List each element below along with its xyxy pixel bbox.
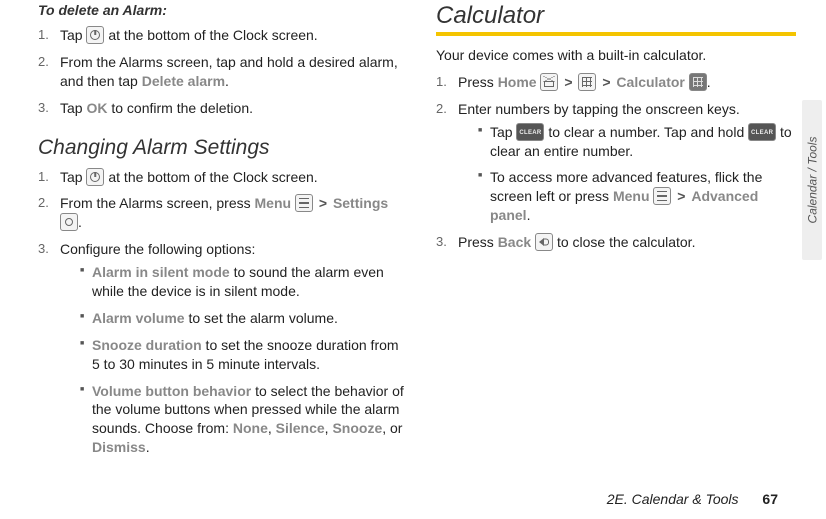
step-text: From the Alarms screen, press bbox=[60, 195, 255, 211]
step-text: . bbox=[707, 74, 711, 90]
apps-grid-icon bbox=[578, 73, 596, 91]
menu-icon bbox=[295, 194, 313, 212]
changing-alarm-heading: Changing Alarm Settings bbox=[38, 136, 408, 160]
changing-alarm-steps: 1. Tap at the bottom of the Clock screen… bbox=[38, 168, 408, 458]
step-text: at the bottom of the Clock screen. bbox=[108, 169, 317, 185]
chevron-right-icon: > bbox=[317, 195, 329, 211]
term-back: Back bbox=[498, 234, 531, 250]
side-tab-label: Calendar / Tools bbox=[805, 137, 819, 224]
clear-icon bbox=[516, 123, 544, 141]
menu-icon bbox=[653, 187, 671, 205]
term-home: Home bbox=[498, 74, 537, 90]
list-item: Alarm volume to set the alarm volume. bbox=[60, 309, 408, 328]
list-item: Tap to clear a number. Tap and hold to c… bbox=[458, 123, 796, 161]
page-footer: 2E. Calendar & Tools 67 bbox=[607, 491, 778, 507]
list-item: 2. Enter numbers by tapping the onscreen… bbox=[436, 100, 796, 225]
term-alarm-volume: Alarm volume bbox=[92, 310, 185, 326]
step-number: 3. bbox=[38, 99, 49, 117]
step-text: Press bbox=[458, 74, 498, 90]
term-snooze: Snooze bbox=[332, 420, 382, 436]
step-text: Configure the following options: bbox=[60, 241, 255, 257]
bullet-text: . bbox=[527, 207, 531, 223]
bullet-text: to clear a number. Tap and hold bbox=[548, 124, 748, 140]
calculator-intro: Your device comes with a built-in calcul… bbox=[436, 46, 796, 65]
step-text: to close the calculator. bbox=[557, 234, 696, 250]
term-none: None bbox=[233, 420, 268, 436]
term-menu: Menu bbox=[613, 188, 650, 204]
alarm-icon bbox=[86, 26, 104, 44]
list-item: 3. Press Back to close the calculator. bbox=[436, 233, 796, 252]
step-number: 2. bbox=[38, 53, 49, 71]
page: Calendar / Tools To delete an Alarm: 1. … bbox=[0, 0, 826, 519]
calculator-heading: Calculator bbox=[436, 2, 796, 30]
term-calculator: Calculator bbox=[616, 74, 684, 90]
content-columns: To delete an Alarm: 1. Tap at the bottom… bbox=[38, 0, 798, 465]
term-settings: Settings bbox=[333, 195, 388, 211]
calculator-steps: 1. Press Home > > Calculator . 2. Enter … bbox=[436, 73, 796, 252]
chevron-right-icon: > bbox=[562, 74, 574, 90]
list-item: 2. From the Alarms screen, tap and hold … bbox=[38, 53, 408, 91]
home-icon bbox=[540, 73, 558, 91]
step-text: Tap bbox=[60, 169, 86, 185]
step-number: 1. bbox=[38, 168, 49, 186]
heading-rule bbox=[436, 32, 796, 36]
option-text: to set the alarm volume. bbox=[185, 310, 338, 326]
right-column: Calculator Your device comes with a buil… bbox=[436, 2, 796, 465]
list-item: 2. From the Alarms screen, press Menu > … bbox=[38, 194, 408, 232]
term-delete-alarm: Delete alarm bbox=[142, 73, 225, 89]
delete-alarm-heading: To delete an Alarm: bbox=[38, 2, 408, 18]
step-text: Tap bbox=[60, 100, 86, 116]
step-text: to confirm the deletion. bbox=[107, 100, 253, 116]
list-item: 3. Configure the following options: Alar… bbox=[38, 240, 408, 457]
step-text: Enter numbers by tapping the onscreen ke… bbox=[458, 101, 740, 117]
term-menu: Menu bbox=[255, 195, 292, 211]
step-text: . bbox=[225, 73, 229, 89]
term-volume-button-behavior: Volume button behavior bbox=[92, 383, 251, 399]
list-item: Snooze duration to set the snooze durati… bbox=[60, 336, 408, 374]
list-item: Volume button behavior to select the beh… bbox=[60, 382, 408, 458]
alarm-options-list: Alarm in silent mode to sound the alarm … bbox=[60, 263, 408, 457]
back-icon bbox=[535, 233, 553, 251]
alarm-icon bbox=[86, 168, 104, 186]
footer-section: 2E. Calendar & Tools bbox=[607, 491, 739, 507]
calculator-icon bbox=[689, 73, 707, 91]
option-text: . bbox=[146, 439, 150, 455]
clear-icon bbox=[748, 123, 776, 141]
footer-page-number: 67 bbox=[762, 491, 778, 507]
step-text: Tap bbox=[60, 27, 86, 43]
step-number: 2. bbox=[436, 100, 447, 118]
step-number: 2. bbox=[38, 194, 49, 212]
step-text: at the bottom of the Clock screen. bbox=[108, 27, 317, 43]
step-number: 1. bbox=[38, 26, 49, 44]
list-item: 1. Tap at the bottom of the Clock screen… bbox=[38, 168, 408, 187]
term-alarm-silent-mode: Alarm in silent mode bbox=[92, 264, 230, 280]
list-item: Alarm in silent mode to sound the alarm … bbox=[60, 263, 408, 301]
chevron-right-icon: > bbox=[675, 188, 687, 204]
list-item: To access more advanced features, flick … bbox=[458, 168, 796, 225]
list-item: 1. Tap at the bottom of the Clock screen… bbox=[38, 26, 408, 45]
bullet-text: Tap bbox=[490, 124, 516, 140]
list-item: 3. Tap OK to confirm the deletion. bbox=[38, 99, 408, 118]
left-column: To delete an Alarm: 1. Tap at the bottom… bbox=[38, 2, 408, 465]
term-snooze-duration: Snooze duration bbox=[92, 337, 202, 353]
term-dismiss: Dismiss bbox=[92, 439, 146, 455]
side-tab: Calendar / Tools bbox=[802, 100, 822, 260]
term-silence: Silence bbox=[276, 420, 325, 436]
term-ok: OK bbox=[86, 100, 107, 116]
step-text: Press bbox=[458, 234, 498, 250]
chevron-right-icon: > bbox=[600, 74, 612, 90]
list-item: 1. Press Home > > Calculator . bbox=[436, 73, 796, 92]
calculator-sub-list: Tap to clear a number. Tap and hold to c… bbox=[458, 123, 796, 225]
settings-icon bbox=[60, 213, 78, 231]
step-text: . bbox=[78, 214, 82, 230]
delete-alarm-steps: 1. Tap at the bottom of the Clock screen… bbox=[38, 26, 408, 118]
step-number: 3. bbox=[38, 240, 49, 258]
step-number: 1. bbox=[436, 73, 447, 91]
step-number: 3. bbox=[436, 233, 447, 251]
